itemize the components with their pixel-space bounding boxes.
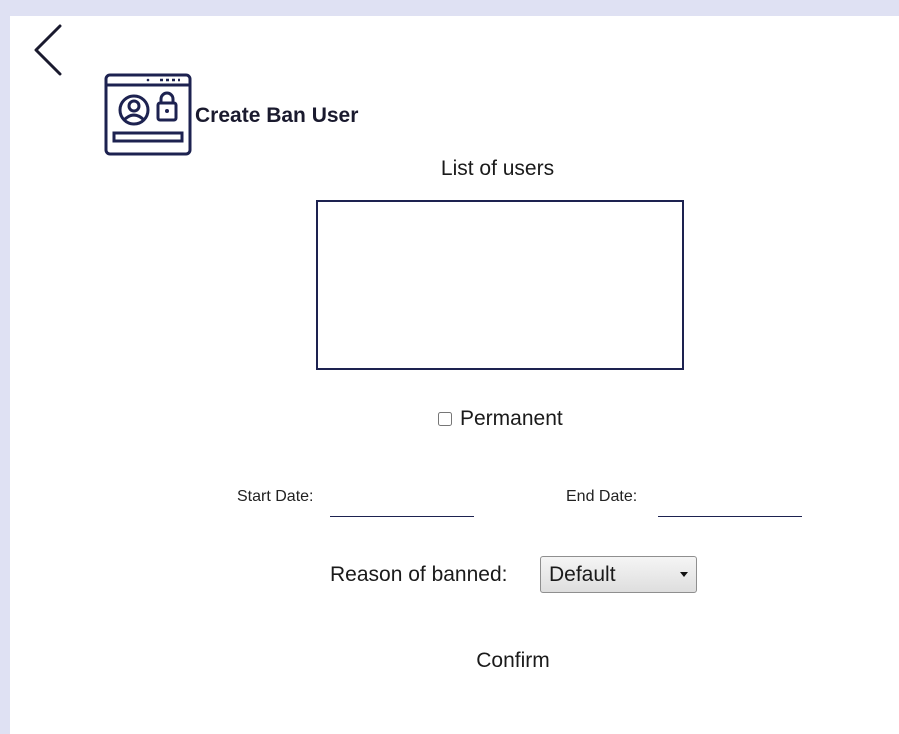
permanent-option[interactable]: Permanent	[438, 406, 563, 432]
reason-selected-value: Default	[549, 562, 616, 586]
back-button[interactable]	[28, 24, 68, 80]
start-date-field[interactable]	[330, 494, 474, 517]
user-lock-window-icon	[104, 72, 192, 156]
chevron-down-icon	[680, 572, 688, 577]
users-listbox[interactable]	[316, 200, 684, 370]
page-title: Create Ban User	[195, 104, 359, 127]
confirm-button[interactable]: Confirm	[462, 646, 564, 676]
reason-label: Reason of banned:	[330, 563, 508, 586]
reason-select[interactable]: Default	[540, 556, 697, 593]
left-border	[0, 0, 10, 734]
permanent-label: Permanent	[460, 407, 563, 430]
users-list-label: List of users	[440, 157, 555, 180]
start-date-label: Start Date:	[237, 488, 314, 505]
top-border	[0, 0, 899, 16]
chevron-left-icon	[34, 24, 62, 76]
permanent-checkbox[interactable]	[438, 412, 452, 426]
end-date-label: End Date:	[566, 488, 638, 505]
end-date-field[interactable]	[658, 494, 802, 517]
